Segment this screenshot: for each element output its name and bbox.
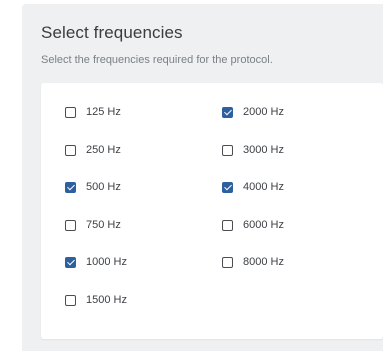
frequency-option-6000[interactable]: 6000 Hz [222,218,379,256]
frequency-grid: 125 Hz 2000 Hz 250 Hz 3000 Hz 500 Hz 400… [65,105,379,330]
frequency-checkbox[interactable] [222,257,233,268]
frequency-option-2000[interactable]: 2000 Hz [222,105,379,143]
frequency-label: 750 Hz [86,218,121,231]
frequency-option-3000[interactable]: 3000 Hz [222,143,379,181]
frequency-label: 6000 Hz [243,218,284,231]
frequency-option-1500[interactable]: 1500 Hz [65,293,222,331]
frequency-checkbox[interactable] [65,144,76,156]
frequency-label: 500 Hz [86,181,121,193]
frequency-label: 2000 Hz [243,106,284,118]
frequency-checkbox[interactable] [65,182,76,193]
frequency-checkbox[interactable] [222,144,233,156]
frequency-label: 3000 Hz [243,143,284,156]
frequency-checkbox[interactable] [65,257,76,268]
frequency-checkbox[interactable] [65,294,76,306]
frequency-checkbox[interactable] [65,219,76,231]
panel-title: Select frequencies [41,23,183,42]
frequency-checkbox[interactable] [222,219,233,231]
frequency-option-750[interactable]: 750 Hz [65,218,222,256]
frequency-panel: Select frequencies Select the frequencie… [22,4,383,351]
panel-subtitle: Select the frequencies required for the … [41,54,273,66]
frequency-option-1000[interactable]: 1000 Hz [65,255,222,293]
frequency-option-125[interactable]: 125 Hz [65,105,222,143]
frequency-option-250[interactable]: 250 Hz [65,143,222,181]
frequency-label: 4000 Hz [243,181,284,193]
frequency-label: 8000 Hz [243,256,284,268]
frequency-option-4000[interactable]: 4000 Hz [222,180,379,218]
frequency-label: 1000 Hz [86,256,127,268]
frequency-label: 1500 Hz [86,293,127,306]
frequency-checkbox[interactable] [222,107,233,118]
frequency-option-8000[interactable]: 8000 Hz [222,255,379,293]
frequency-card: 125 Hz 2000 Hz 250 Hz 3000 Hz 500 Hz 400… [41,83,383,339]
frequency-label: 250 Hz [86,143,121,156]
frequency-checkbox[interactable] [222,182,233,193]
frequency-checkbox[interactable] [65,107,76,118]
frequency-label: 125 Hz [86,106,121,118]
frequency-option-500[interactable]: 500 Hz [65,180,222,218]
